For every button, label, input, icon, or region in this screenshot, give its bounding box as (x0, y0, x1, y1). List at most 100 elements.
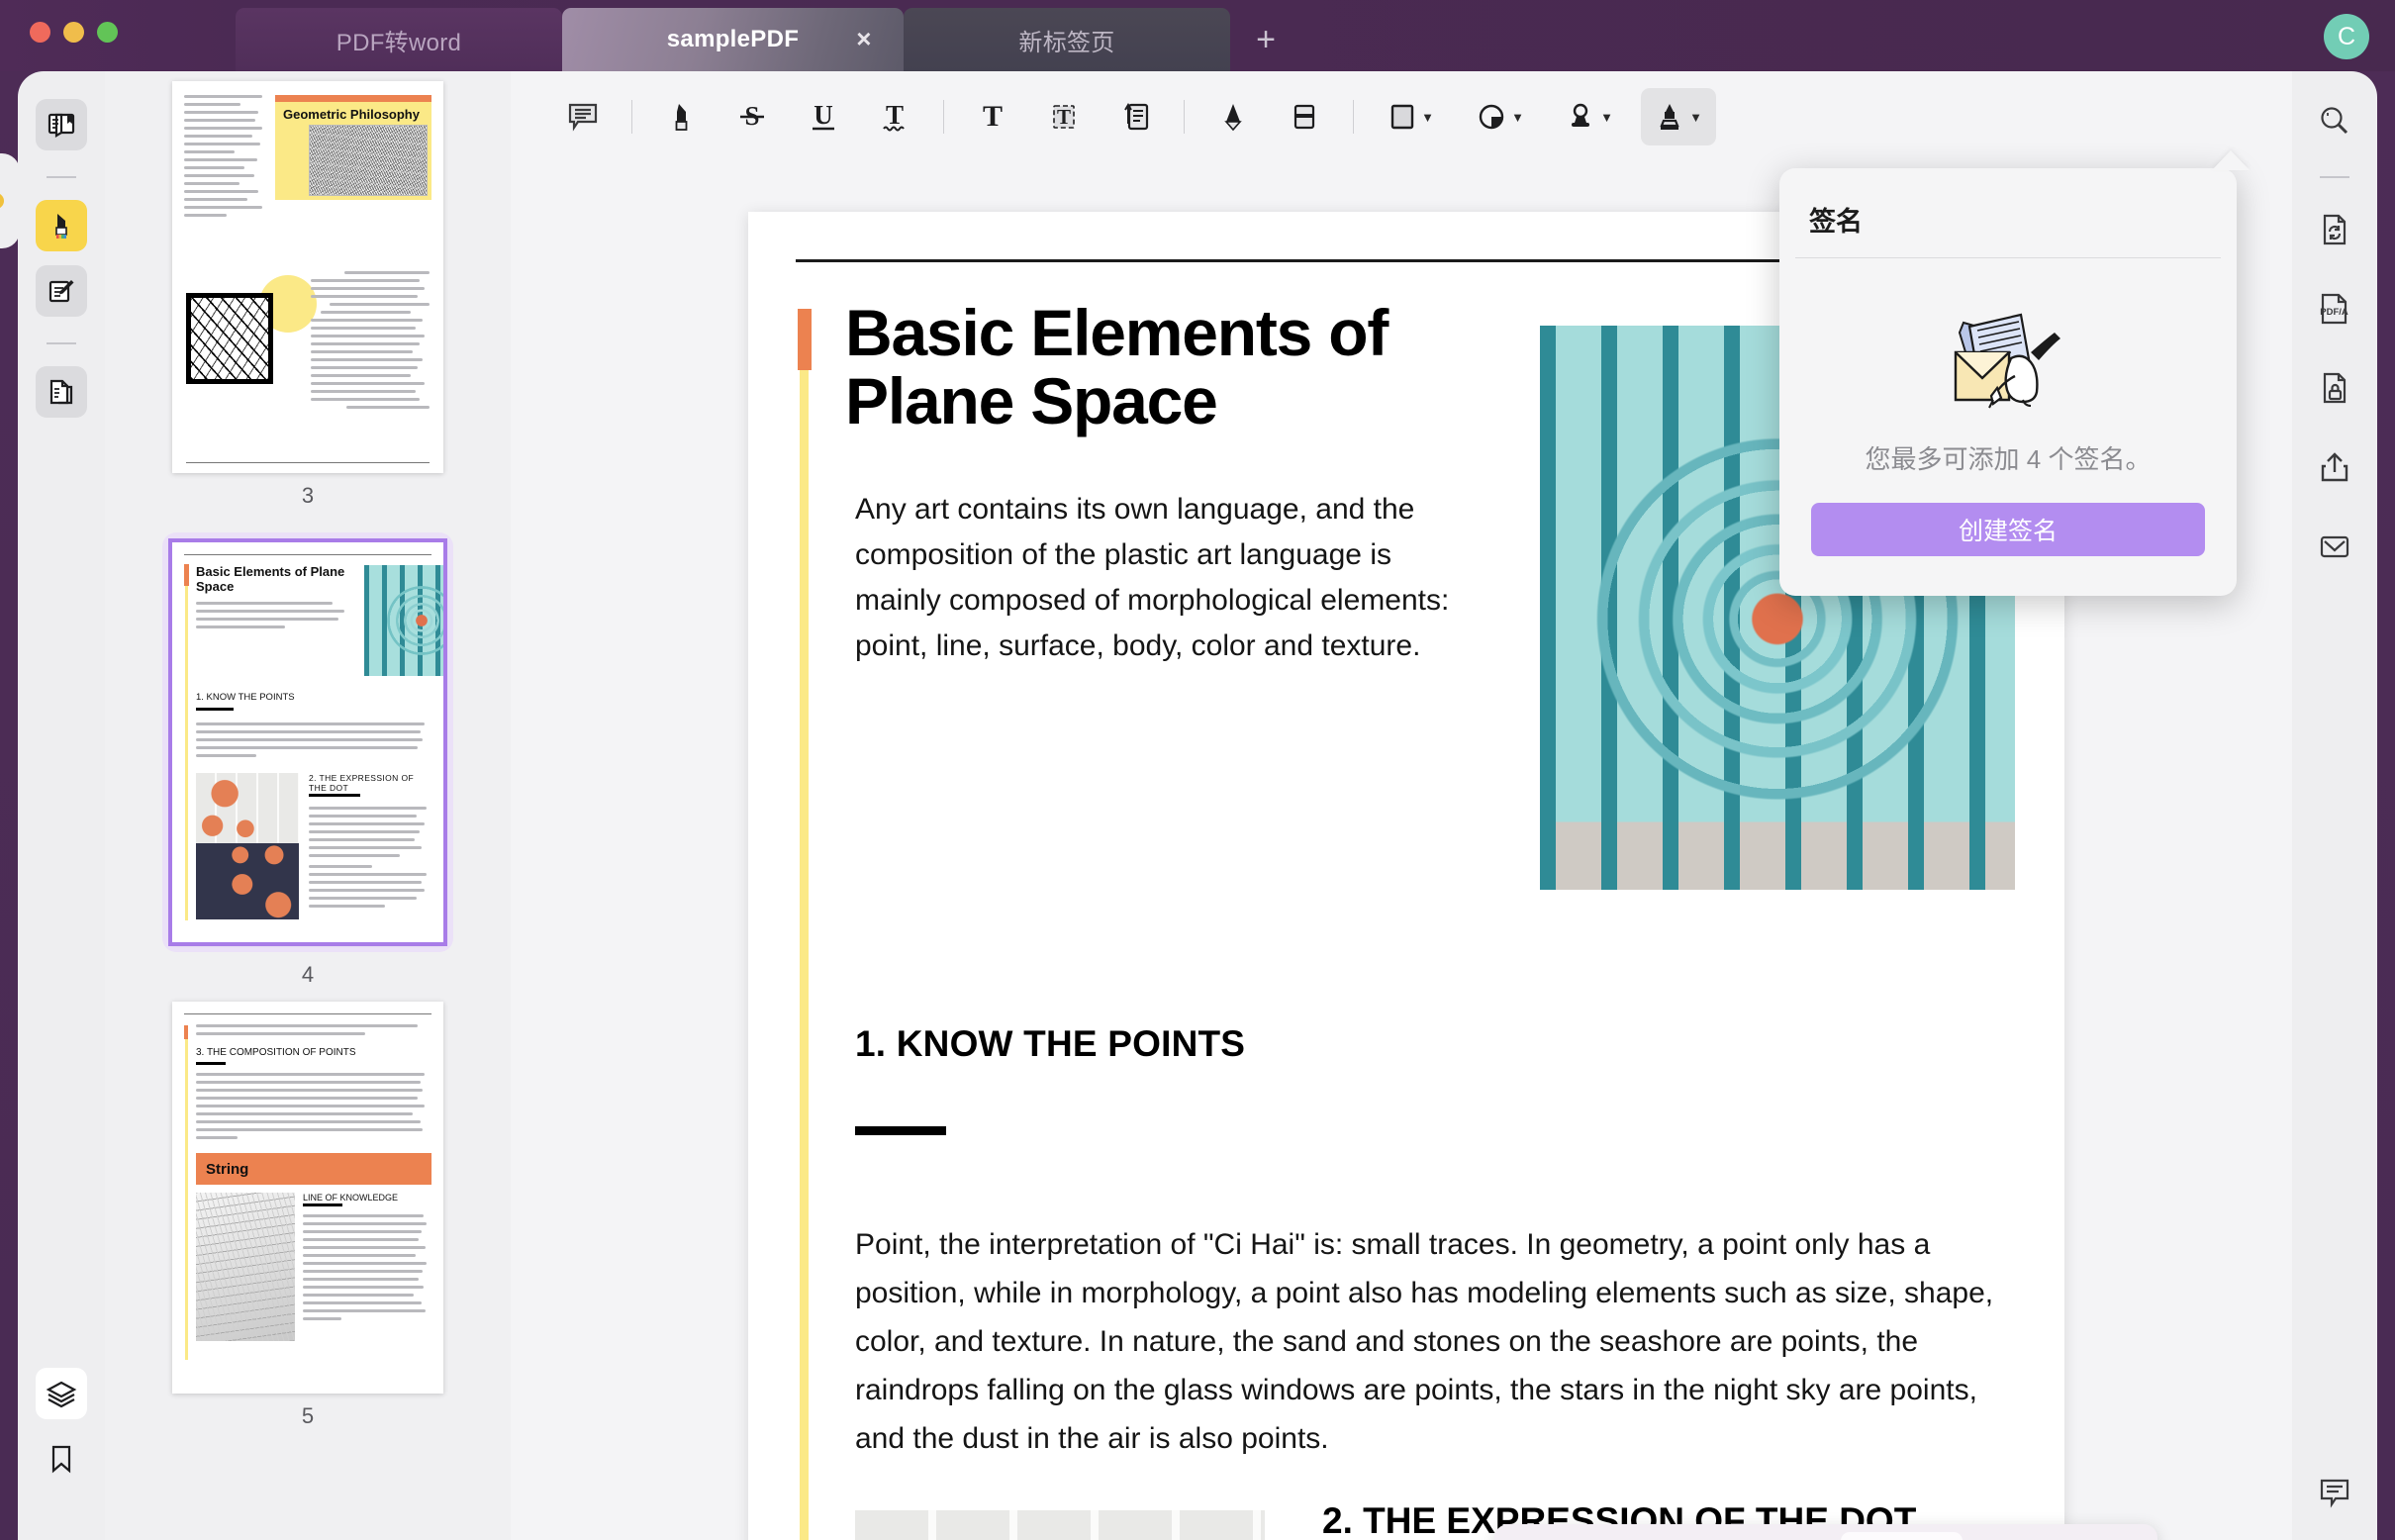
tab-label: PDF转word (335, 29, 462, 56)
svg-text:PDF/A: PDF/A (2320, 307, 2348, 318)
create-signature-button[interactable]: 创建签名 (1811, 503, 2205, 556)
convert-button[interactable] (2309, 204, 2360, 255)
section-1-heading: 1. KNOW THE POINTS (855, 1023, 1246, 1064)
underline-button[interactable]: U (795, 88, 852, 145)
title-bar: PDF转word samplePDF × 新标签页 + C (0, 0, 2395, 71)
thumb5-heading: 3. THE COMPOSITION OF POINTS (196, 1047, 356, 1058)
zoom-in-button[interactable] (1668, 1535, 1713, 1540)
svg-text:T: T (983, 100, 1003, 133)
share-button[interactable] (2309, 441, 2360, 493)
protect-button[interactable] (2309, 362, 2360, 414)
plus-icon[interactable]: + (1230, 8, 1301, 71)
pdf-a-button[interactable]: PDF/A (2309, 283, 2360, 335)
first-page-button[interactable] (1742, 1535, 1787, 1540)
sidebar-item-bookmarks[interactable] (36, 1433, 87, 1485)
pencil-button[interactable] (1204, 88, 1262, 145)
zoom-out-button[interactable] (1516, 1535, 1562, 1540)
highlight-button[interactable] (652, 88, 710, 145)
comment-box-icon (2317, 1475, 2352, 1510)
thumbnail-number: 5 (301, 1403, 315, 1428)
thumb4-body (196, 722, 430, 757)
tab-strip: PDF转word samplePDF × 新标签页 + (236, 8, 1301, 71)
thumb3-line-art (186, 293, 273, 384)
squiggly-underline-button[interactable]: T (866, 88, 923, 145)
strikethrough-button[interactable]: S (723, 88, 781, 145)
popover-divider (1795, 257, 2221, 258)
eraser-button[interactable] (1276, 88, 1333, 145)
avatar[interactable]: C (2324, 14, 2369, 59)
sidebar-item-page-edit[interactable] (36, 366, 87, 418)
color-button[interactable]: ▼ (1463, 88, 1538, 145)
minimize-window-button[interactable] (63, 22, 84, 43)
thumbnail-page-5[interactable]: 3. THE COMPOSITION OF POINTS String LINE… (105, 1002, 511, 1429)
shape-button[interactable]: ▼ (1374, 88, 1449, 145)
textbox-T-icon: T (1047, 100, 1081, 134)
maximize-window-button[interactable] (97, 22, 118, 43)
highlighter-icon (46, 210, 77, 241)
sidebar-item-highlight[interactable] (36, 200, 87, 251)
svg-text:T: T (1057, 105, 1071, 129)
chevron-down-icon[interactable]: ▼ (1421, 110, 1434, 125)
pencil-icon (1216, 100, 1250, 134)
sidebar-item-layers[interactable] (36, 1368, 87, 1419)
page-edit-icon (46, 376, 77, 408)
pdf-a-icon: PDF/A (2315, 291, 2354, 327)
comments-panel-button[interactable] (2317, 1475, 2352, 1510)
next-page-button[interactable] (1970, 1535, 2016, 1540)
thumbnail-selection-frame: Basic Elements of Plane Space 1. KNOW TH… (162, 532, 453, 952)
sidebar-item-reading-mode[interactable] (36, 99, 87, 150)
window-controls (30, 22, 118, 43)
thumb3-right-paragraph (311, 271, 430, 414)
thumb4-heading-2: 2. THE EXPRESSION OF THE DOT (309, 773, 415, 793)
close-navbar-button[interactable]: ✕ (2090, 1535, 2136, 1540)
page-number-input[interactable]: 4 / 10 (1841, 1532, 1963, 1540)
close-icon[interactable]: × (850, 26, 878, 53)
toolbar-divider-1 (631, 100, 632, 134)
tab-samplepdf[interactable]: samplePDF × (562, 8, 904, 71)
bookmark-icon (48, 1444, 75, 1474)
close-window-button[interactable] (30, 22, 50, 43)
sticky-note-button[interactable] (1106, 88, 1164, 145)
add-text-button[interactable]: T (964, 88, 1021, 145)
email-button[interactable] (2309, 521, 2360, 572)
left-tool-rail (18, 71, 105, 1540)
thumbnail-panel[interactable]: Geometric Philosophy 3 Basic Elements of… (105, 71, 511, 1540)
layers-icon (46, 1378, 77, 1409)
tab-pdf-to-word[interactable]: PDF转word (236, 8, 562, 71)
tab-new-page[interactable]: 新标签页 (904, 8, 1230, 71)
text-box-button[interactable]: T (1035, 88, 1093, 145)
note-icon (1118, 100, 1152, 134)
thumb3-left-column (184, 95, 265, 222)
signature-pen-icon (1655, 102, 1684, 132)
text-T-icon: T (976, 100, 1009, 134)
rail-divider-2 (47, 342, 76, 344)
thumbnail-page-3[interactable]: Geometric Philosophy 3 (105, 81, 511, 509)
thumbnail-preview: Geometric Philosophy (172, 81, 443, 473)
note-pen-icon (46, 275, 77, 307)
prev-page-button[interactable] (1787, 1535, 1833, 1540)
thumbnail-page-4[interactable]: Basic Elements of Plane Space 1. KNOW TH… (105, 532, 511, 988)
last-page-button[interactable] (2016, 1535, 2061, 1540)
page-orange-marker (798, 309, 812, 370)
signature-button[interactable]: ▼ (1641, 88, 1716, 145)
chevron-down-icon[interactable]: ▼ (1600, 110, 1613, 125)
section-1-rule (855, 1126, 946, 1135)
svg-text:T: T (886, 100, 904, 130)
svg-text:U: U (814, 100, 833, 130)
thumb4-heading-1: 1. KNOW THE POINTS (196, 692, 295, 703)
chevron-down-icon[interactable]: ▼ (1689, 110, 1702, 125)
signature-limit-hint: 您最多可添加 4 个签名。 (1865, 444, 2152, 474)
comment-box-icon (566, 100, 600, 134)
comment-button[interactable] (554, 88, 612, 145)
thumb5-top-paragraph (196, 1024, 431, 1035)
search-button[interactable] (2309, 95, 2360, 146)
thumb5-body (196, 1073, 430, 1139)
chevron-down-icon[interactable]: ▼ (1511, 110, 1524, 125)
sidebar-item-annotate[interactable] (36, 265, 87, 317)
stamp-icon (1566, 102, 1595, 132)
stamp-button[interactable]: ▼ (1552, 88, 1627, 145)
avatar-initial: C (2337, 22, 2356, 50)
toolbar-divider-2 (943, 100, 944, 134)
page-yellow-marker (800, 370, 809, 1540)
right-tool-rail: PDF/A (2292, 71, 2377, 1540)
